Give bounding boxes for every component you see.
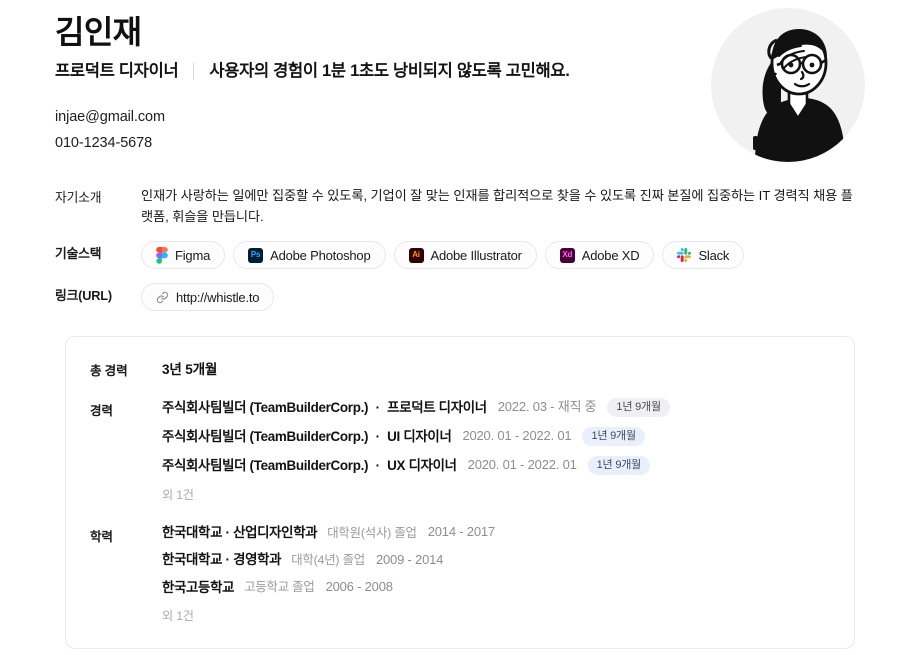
career-entry: 주식회사팀빌더 (TeamBuilderCorp.) · 프로덕트 디자이너 2…	[162, 398, 830, 417]
slack-icon	[677, 248, 692, 263]
education-period: 2009 - 2014	[375, 551, 444, 567]
education-entry: 한국대학교 · 산업디자인학과 대학원(석사) 졸업 2014 - 2017	[162, 524, 830, 541]
vertical-divider	[193, 63, 195, 80]
link-url-text: http://whistle.to	[176, 289, 260, 305]
career-entry: 주식회사팀빌더 (TeamBuilderCorp.) · UI 디자이너 202…	[162, 427, 830, 446]
education-entry: 한국고등학교 고등학교 졸업 2006 - 2008	[162, 579, 830, 596]
education-school: 한국고등학교	[162, 579, 235, 595]
info-rows: 자기소개 인재가 사랑하는 일에만 집중할 수 있도록, 기업이 잘 맞는 인재…	[55, 185, 865, 312]
career-row: 경력 주식회사팀빌더 (TeamBuilderCorp.) · 프로덕트 디자이…	[90, 397, 830, 505]
career-period: 2022. 03 - 재직 중	[497, 399, 597, 415]
link-label: 링크(URL)	[55, 288, 112, 304]
stack-chip-slack[interactable]: Slack	[662, 241, 745, 270]
stack-chip-adobe-xd[interactable]: Xd Adobe XD	[544, 241, 655, 270]
career-duration-badge: 1년 9개월	[587, 456, 651, 475]
career-label: 경력	[90, 404, 113, 418]
career-duration-badge: 1년 9개월	[582, 427, 645, 446]
education-period: 2014 - 2017	[427, 524, 495, 540]
photoshop-icon: Ps	[248, 247, 264, 263]
avatar-illustration	[753, 29, 845, 162]
link-chain-icon	[156, 291, 169, 304]
profile-role: 프로덕트 디자이너	[55, 61, 179, 80]
about-text: 인재가 사랑하는 일에만 집중할 수 있도록, 기업이 잘 맞는 인재를 합리적…	[141, 187, 853, 225]
stack-label: 기술스택	[55, 246, 102, 262]
career-position: UX 디자이너	[387, 457, 457, 473]
education-label: 학력	[90, 530, 113, 544]
career-company: 주식회사팀빌더 (TeamBuilderCorp.)	[162, 399, 369, 415]
stack-chip-label: Adobe Illustrator	[430, 247, 522, 263]
adobe-xd-icon: Xd	[559, 247, 575, 263]
career-separator: ·	[375, 428, 380, 444]
stack-chip-label: Adobe XD	[581, 247, 640, 263]
profile-page: 김인재 프로덕트 디자이너 사용자의 경험이 1분 1초도 낭비되지 않도록 고…	[0, 0, 920, 655]
illustrator-icon: Ai	[408, 247, 424, 263]
career-separator: ·	[375, 457, 380, 473]
profile-header: 김인재 프로덕트 디자이너 사용자의 경험이 1분 1초도 낭비되지 않도록 고…	[55, 0, 865, 162]
career-period: 2020. 01 - 2022. 01	[462, 428, 572, 444]
stack-chip-label: Figma	[175, 247, 211, 263]
career-duration-badge: 1년 9개월	[607, 398, 670, 417]
career-position: UI 디자이너	[387, 428, 452, 444]
stack-chip-adobe-photoshop[interactable]: Ps Adobe Photoshop	[233, 241, 386, 270]
education-school: 한국대학교 · 경영학과	[162, 552, 282, 568]
link-chip[interactable]: http://whistle.to	[141, 283, 275, 312]
figma-icon	[156, 246, 168, 264]
career-company: 주식회사팀빌더 (TeamBuilderCorp.)	[162, 457, 369, 473]
stack-row: 기술스택 Figma Ps Adobe Photoshop Ai Adobe I…	[55, 241, 865, 270]
career-entry: 주식회사팀빌더 (TeamBuilderCorp.) · UX 디자이너 202…	[162, 456, 830, 475]
education-degree: 고등학교 졸업	[244, 580, 315, 595]
total-career-row: 총 경력 3년 5개월	[90, 357, 830, 379]
career-period: 2020. 01 - 2022. 01	[467, 457, 577, 473]
stack-chip-label: Slack	[698, 247, 730, 263]
stack-chip-adobe-illustrator[interactable]: Ai Adobe Illustrator	[393, 241, 537, 270]
education-degree: 대학(4년) 졸업	[291, 553, 365, 568]
education-row: 학력 한국대학교 · 산업디자인학과 대학원(석사) 졸업 2014 - 201…	[90, 523, 830, 626]
stack-chip-figma[interactable]: Figma	[141, 241, 226, 270]
career-position: 프로덕트 디자이너	[387, 399, 487, 415]
tech-stack-chips: Figma Ps Adobe Photoshop Ai Adobe Illust…	[141, 241, 865, 270]
education-degree: 대학원(석사) 졸업	[327, 525, 417, 540]
career-separator: ·	[375, 399, 380, 415]
career-company: 주식회사팀빌더 (TeamBuilderCorp.)	[162, 428, 369, 444]
career-card: 총 경력 3년 5개월 경력 주식회사팀빌더 (TeamBuilderCorp.…	[65, 336, 855, 650]
about-row: 자기소개 인재가 사랑하는 일에만 집중할 수 있도록, 기업이 잘 맞는 인재…	[55, 185, 865, 228]
total-career-value: 3년 5개월	[162, 362, 218, 377]
stack-chip-label: Adobe Photoshop	[270, 247, 371, 263]
link-row: 링크(URL) http://whistle.to	[55, 283, 865, 312]
profile-tagline: 사용자의 경험이 1분 1초도 낭비되지 않도록 고민해요.	[209, 61, 570, 80]
education-entry: 한국대학교 · 경영학과 대학(4년) 졸업 2009 - 2014	[162, 551, 830, 568]
career-more-count[interactable]: 외 1건	[162, 485, 830, 503]
education-period: 2006 - 2008	[325, 579, 393, 595]
total-career-label: 총 경력	[90, 364, 128, 378]
avatar	[711, 8, 865, 162]
education-school: 한국대학교 · 산업디자인학과	[162, 525, 318, 540]
education-more-count[interactable]: 외 1건	[162, 606, 830, 624]
about-label: 자기소개	[55, 189, 102, 205]
